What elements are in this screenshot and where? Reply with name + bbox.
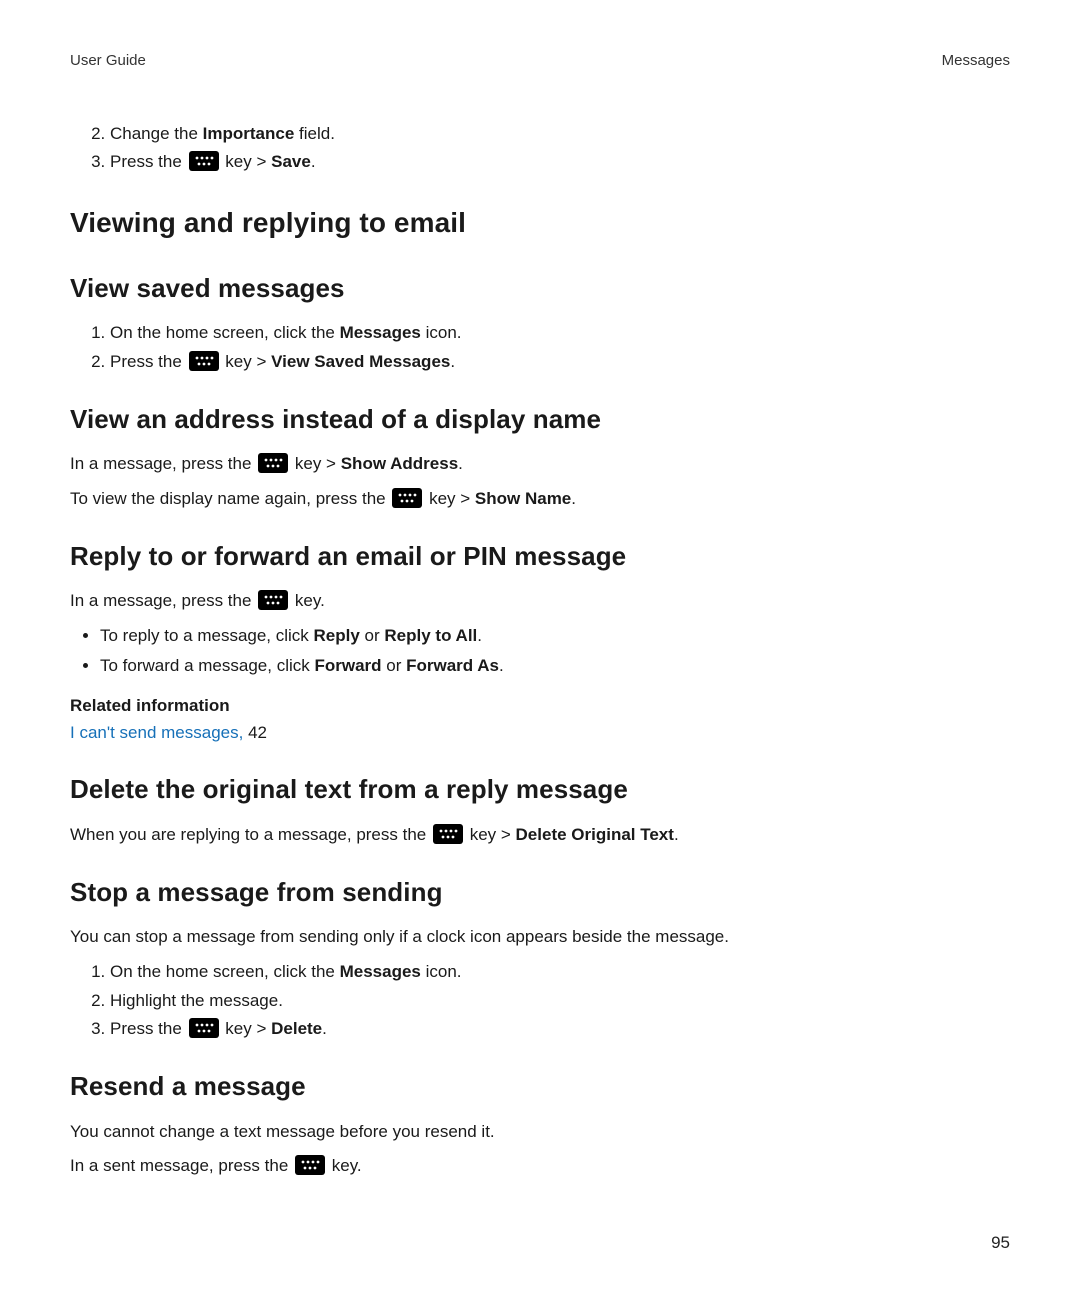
list-item: Press the key > View Saved Messages. <box>110 350 1010 375</box>
stop-send-steps: On the home screen, click the Messages i… <box>70 960 1010 1042</box>
step-text: key > <box>221 352 272 371</box>
paragraph: To view the display name again, press th… <box>70 487 1010 512</box>
text: In a message, press the <box>70 454 256 473</box>
text: key > <box>465 825 516 844</box>
text: or <box>382 656 407 675</box>
subsection-heading: Resend a message <box>70 1068 1010 1106</box>
menu-key-icon <box>189 351 219 371</box>
text: In a sent message, press the <box>70 1156 293 1175</box>
step-bold: Messages <box>340 323 421 342</box>
bold-text: Reply <box>314 626 360 645</box>
text: key. <box>327 1156 362 1175</box>
text: To view the display name again, press th… <box>70 489 390 508</box>
step-text: key > <box>221 1019 272 1038</box>
list-item: To forward a message, click Forward or F… <box>100 654 1010 679</box>
bold-text: Delete Original Text <box>516 825 674 844</box>
list-item: Highlight the message. <box>110 989 1010 1014</box>
bold-text: Reply to All <box>384 626 477 645</box>
step-text: Press the <box>110 352 187 371</box>
bold-text: Show Address <box>341 454 458 473</box>
text: . <box>477 626 482 645</box>
list-item: To reply to a message, click Reply or Re… <box>100 624 1010 649</box>
paragraph: You cannot change a text message before … <box>70 1120 1010 1145</box>
bold-text: Show Name <box>475 489 571 508</box>
subsection-heading: Stop a message from sending <box>70 874 1010 912</box>
related-link-row: I can't send messages, 42 <box>70 721 1010 746</box>
text: key. <box>290 591 325 610</box>
step-text: field. <box>294 124 335 143</box>
step-bold: Save <box>271 152 311 171</box>
step-text: Press the <box>110 1019 187 1038</box>
paragraph: When you are replying to a message, pres… <box>70 823 1010 848</box>
subsection-heading: Delete the original text from a reply me… <box>70 771 1010 809</box>
text: In a message, press the <box>70 591 256 610</box>
step-bold: Importance <box>203 124 295 143</box>
list-item: Press the key > Delete. <box>110 1017 1010 1042</box>
page-number: 95 <box>991 1231 1010 1256</box>
step-text: icon. <box>421 962 462 981</box>
list-item: Change the Importance field. <box>110 122 1010 147</box>
paragraph: In a sent message, press the key. <box>70 1154 1010 1179</box>
menu-key-icon <box>433 824 463 844</box>
text: To reply to a message, click <box>100 626 314 645</box>
text: . <box>674 825 679 844</box>
list-item: Press the key > Save. <box>110 150 1010 175</box>
step-bold: Messages <box>340 962 421 981</box>
step-text: On the home screen, click the <box>110 323 340 342</box>
step-text: . <box>311 152 316 171</box>
top-continued-steps: Change the Importance field. Press the k… <box>70 122 1010 175</box>
menu-key-icon <box>258 590 288 610</box>
related-link[interactable]: I can't send messages, <box>70 723 243 742</box>
text: To forward a message, click <box>100 656 314 675</box>
subsection-heading: View an address instead of a display nam… <box>70 401 1010 439</box>
paragraph: In a message, press the key > Show Addre… <box>70 452 1010 477</box>
paragraph: You can stop a message from sending only… <box>70 925 1010 950</box>
subsection-heading: View saved messages <box>70 270 1010 308</box>
related-information-heading: Related information <box>70 694 1010 719</box>
subsection-heading: Reply to or forward an email or PIN mess… <box>70 538 1010 576</box>
step-text: Press the <box>110 152 187 171</box>
bold-text: Forward <box>314 656 381 675</box>
list-item: On the home screen, click the Messages i… <box>110 960 1010 985</box>
section-heading: Viewing and replying to email <box>70 203 1010 244</box>
menu-key-icon <box>189 151 219 171</box>
bold-text: Forward As <box>406 656 499 675</box>
step-text: On the home screen, click the <box>110 962 340 981</box>
page-header: User Guide Messages <box>70 50 1010 72</box>
menu-key-icon <box>392 488 422 508</box>
text: key > <box>424 489 475 508</box>
menu-key-icon <box>295 1155 325 1175</box>
step-text: Change the <box>110 124 203 143</box>
step-text: . <box>322 1019 327 1038</box>
text: . <box>571 489 576 508</box>
step-text: icon. <box>421 323 462 342</box>
menu-key-icon <box>258 453 288 473</box>
text: key > <box>290 454 341 473</box>
reply-forward-bullets: To reply to a message, click Reply or Re… <box>70 624 1010 678</box>
step-bold: View Saved Messages <box>271 352 450 371</box>
header-right: Messages <box>942 50 1010 72</box>
text: or <box>360 626 385 645</box>
related-page-ref: 42 <box>243 723 267 742</box>
step-bold: Delete <box>271 1019 322 1038</box>
step-text: Highlight the message. <box>110 991 283 1010</box>
step-text: . <box>450 352 455 371</box>
step-text: key > <box>221 152 272 171</box>
paragraph: In a message, press the key. <box>70 589 1010 614</box>
list-item: On the home screen, click the Messages i… <box>110 321 1010 346</box>
text: When you are replying to a message, pres… <box>70 825 431 844</box>
menu-key-icon <box>189 1018 219 1038</box>
text: . <box>499 656 504 675</box>
header-left: User Guide <box>70 50 146 72</box>
view-saved-steps: On the home screen, click the Messages i… <box>70 321 1010 374</box>
text: . <box>458 454 463 473</box>
